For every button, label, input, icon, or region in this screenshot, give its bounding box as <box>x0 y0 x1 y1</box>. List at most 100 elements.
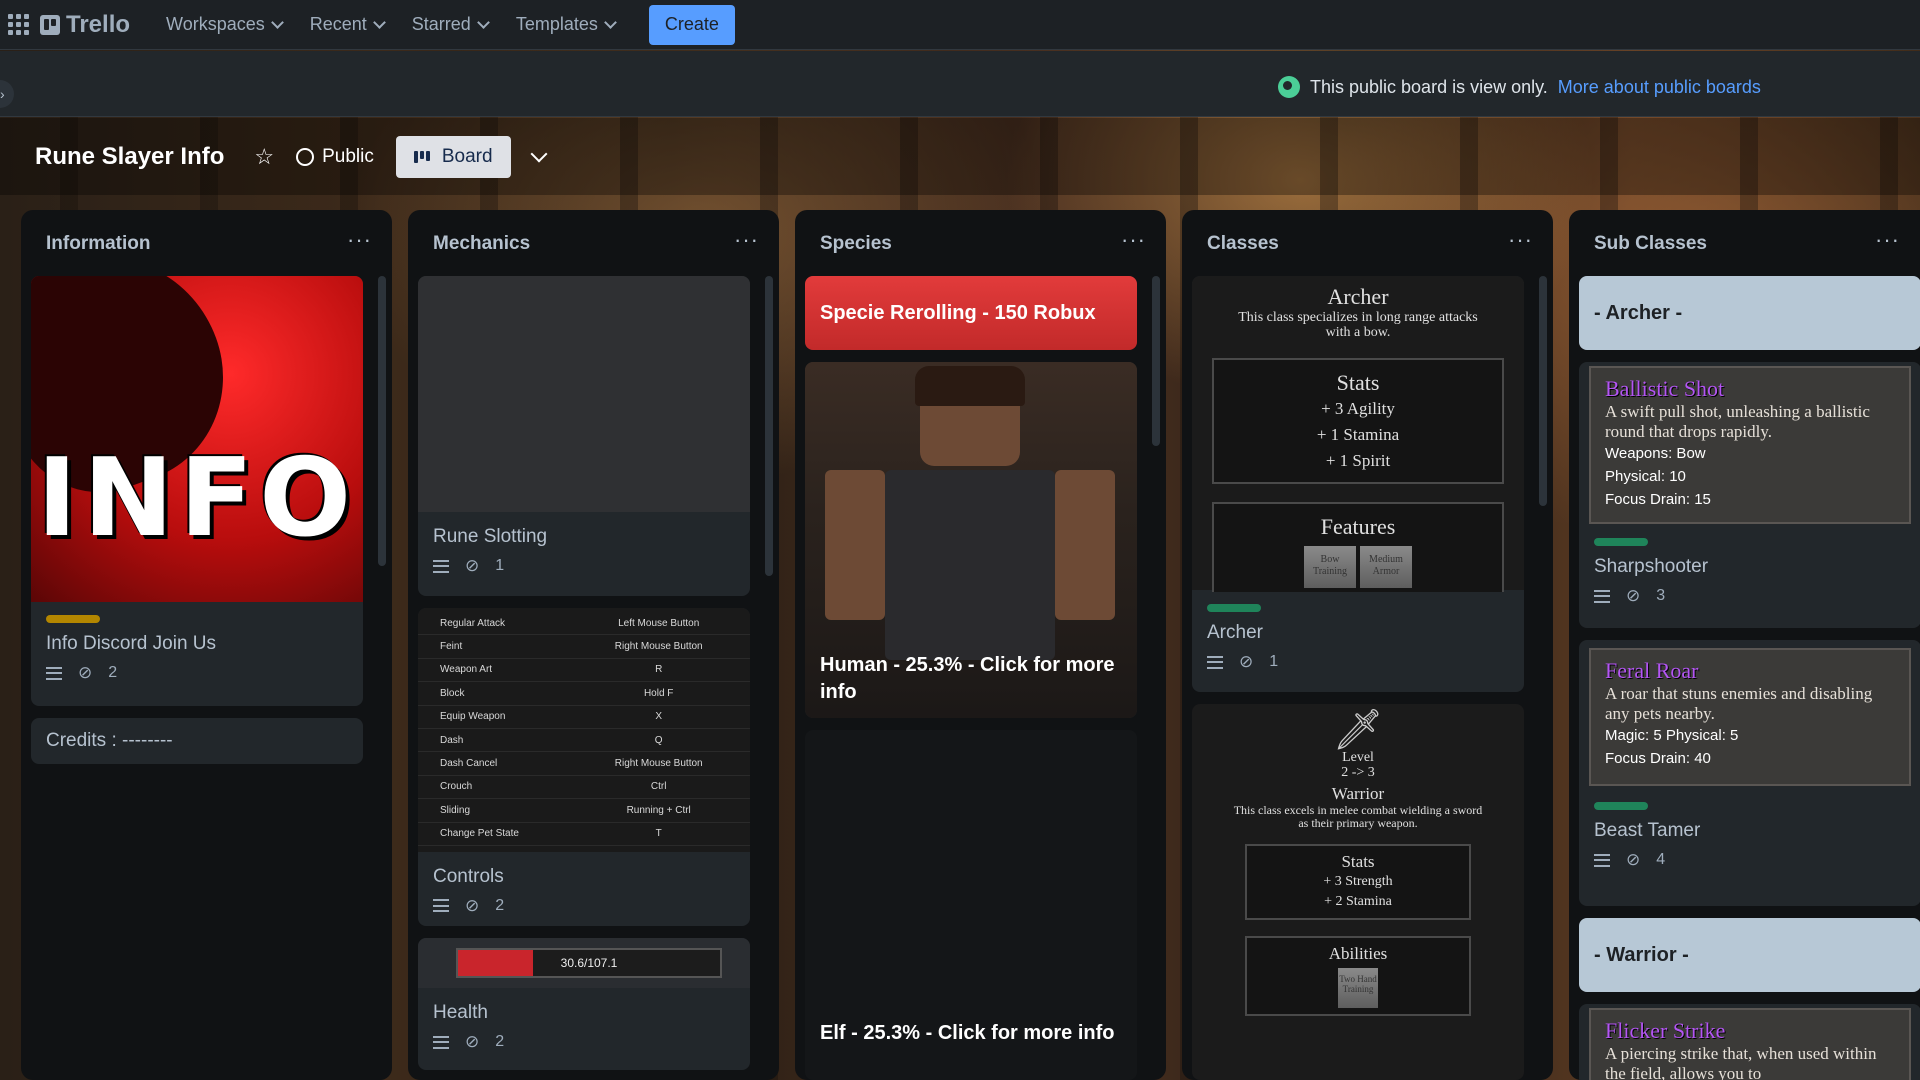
list-title[interactable]: Sub Classes <box>1594 233 1707 255</box>
stats-box: Stats + 3 Agility + 1 Stamina + 1 Spirit <box>1212 358 1504 484</box>
stats-box: Stats + 3 Strength + 2 Stamina <box>1245 844 1471 920</box>
control-action: Change Pet State <box>440 828 519 840</box>
ability-icon: Two Hand Training <box>1338 968 1378 1008</box>
card-cover-image: 🗡 Level 2 -> 3 Warrior This class excels… <box>1192 704 1524 1080</box>
list-title[interactable]: Information <box>46 233 151 255</box>
card-controls[interactable]: Regular Attack Left Mouse Button Feint Righ… <box>418 608 750 926</box>
control-key: Left Mouse Button <box>618 617 700 629</box>
board-title[interactable]: Rune Slayer Info <box>35 143 224 171</box>
list-menu-icon[interactable]: ··· <box>1121 227 1146 253</box>
sword-icon: 🗡 <box>1332 707 1384 752</box>
list-menu-icon[interactable]: ··· <box>1508 227 1533 253</box>
public-boards-link[interactable]: More about public boards <box>1558 77 1761 98</box>
control-key: X <box>655 711 663 723</box>
list-mechanics: Mechanics ··· Rune Slotting ⊘ 1 Regular At… <box>408 210 779 1080</box>
nav-workspaces[interactable]: Workspaces <box>152 5 296 45</box>
health-text: 30.6/107.1 <box>560 956 618 970</box>
list-title[interactable]: Mechanics <box>433 233 530 255</box>
create-button[interactable]: Create <box>648 4 735 45</box>
controls-row: Equip Weapon X <box>418 706 750 729</box>
abilities-box: Abilities Two Hand Training <box>1245 936 1471 1016</box>
banner-text: This public board is view only. <box>1310 76 1548 97</box>
card-title: Human - 25.3% - Click for more info <box>820 654 1115 703</box>
list-menu-icon[interactable]: ··· <box>1875 227 1900 253</box>
control-action: Block <box>440 687 465 699</box>
card-rune-slotting[interactable]: Rune Slotting ⊘ 1 <box>418 276 750 596</box>
card-health[interactable]: 30.6/107.1 Health ⊘ 2 <box>418 938 750 1070</box>
list-title[interactable]: Classes <box>1207 233 1279 255</box>
card-archer-section[interactable]: - Archer - <box>1579 276 1920 350</box>
class-heading: Warrior <box>1331 784 1385 803</box>
chevron-down-icon[interactable] <box>530 145 548 162</box>
card-info-discord[interactable]: INFO Info Discord Join Us ⊘ 2 <box>31 276 363 706</box>
list-title[interactable]: Species <box>820 233 892 255</box>
ability-stat: Weapons: Bow <box>1605 445 1706 462</box>
trello-logo-icon <box>40 14 60 35</box>
card-label <box>1594 538 1648 546</box>
card-cover-image: 30.6/107.1 <box>418 938 750 988</box>
card-cover-image: Archer This class specializes in long ra… <box>1192 276 1524 592</box>
card-cover-image <box>418 276 750 512</box>
stat-line: + 1 Spirit <box>1325 451 1391 470</box>
ability-image: Feral Roar A roar that stuns enemies and… <box>1589 648 1911 786</box>
nav-recent[interactable]: Recent <box>296 5 398 45</box>
attachment-count: 2 <box>495 896 505 914</box>
trello-logo[interactable]: Trello <box>40 11 130 39</box>
stat-line: + 2 Stamina <box>1324 894 1392 909</box>
globe-icon <box>296 147 315 166</box>
attachment-icon: ⊘ <box>465 1032 480 1051</box>
card-specie-rerolling[interactable]: Specie Rerolling - 150 Robux <box>805 276 1137 350</box>
nav-starred[interactable]: Starred <box>398 5 502 45</box>
control-key: Q <box>654 734 663 746</box>
features-box: Features Bow TrainingMedium Armor <box>1212 502 1504 592</box>
list-scrollbar[interactable] <box>1152 276 1160 446</box>
card-title: Elf - 25.3% - Click for more info <box>820 1022 1115 1044</box>
control-action: Weapon Art <box>440 664 493 676</box>
list-menu-icon[interactable]: ··· <box>347 227 372 253</box>
card-credits[interactable]: Credits : -------- <box>31 718 363 764</box>
card-warrior-section[interactable]: - Warrior - <box>1579 918 1920 992</box>
app-name: Trello <box>66 10 131 38</box>
card-elf[interactable]: Elf - 25.3% - Click for more info <box>805 730 1137 1080</box>
attachment-icon: ⊘ <box>1626 850 1641 869</box>
visibility-button[interactable]: Public <box>296 146 374 168</box>
cover-text: INFO <box>36 436 358 561</box>
card-title: Info Discord Join Us <box>46 633 217 654</box>
control-key: Running + Ctrl <box>626 804 691 816</box>
card-title: Rune Slotting <box>433 526 548 547</box>
control-action: Dash <box>440 734 464 746</box>
board-view-button[interactable]: Board <box>395 135 511 178</box>
card-archer[interactable]: Archer This class specializes in long ra… <box>1192 276 1524 692</box>
card-beast-tamer[interactable]: Feral Roar A roar that stuns enemies and… <box>1579 640 1920 906</box>
health-bar: 30.6/107.1 <box>456 948 722 978</box>
list-menu-icon[interactable]: ··· <box>734 227 759 253</box>
nav-templates[interactable]: Templates <box>502 5 629 45</box>
app-switcher-icon[interactable] <box>6 13 30 37</box>
control-action: Feint <box>440 641 463 653</box>
card-human[interactable]: Human - 25.3% - Click for more info <box>805 362 1137 718</box>
description-icon <box>46 666 62 680</box>
card-flicker-strike[interactable]: Flicker Strike A piercing strike that, w… <box>1579 1004 1920 1080</box>
card-warrior[interactable]: 🗡 Level 2 -> 3 Warrior This class excels… <box>1192 704 1524 1080</box>
visibility-label: Public <box>322 145 374 167</box>
card-title: Sharpshooter <box>1594 556 1709 577</box>
list-scrollbar[interactable] <box>378 276 386 566</box>
attachment-count: 1 <box>495 557 505 574</box>
board-view-label: Board <box>441 145 493 167</box>
card-sharpshooter[interactable]: Ballistic Shot A swift pull shot, unleas… <box>1579 362 1920 628</box>
ability-name: Ballistic Shot <box>1605 376 1725 401</box>
star-icon[interactable]: ☆ <box>254 144 274 170</box>
control-key: T <box>655 828 662 840</box>
controls-row: Change Pet State T <box>418 823 750 846</box>
list-scrollbar[interactable] <box>1539 276 1547 506</box>
list-scrollbar[interactable] <box>765 276 773 576</box>
description-icon <box>433 1035 449 1049</box>
card-badges: ⊘ 1 <box>1192 652 1524 672</box>
stat-line: + 3 Strength <box>1323 874 1393 889</box>
controls-row: Weapon Art R <box>418 659 750 683</box>
control-action: Regular Attack <box>440 617 506 629</box>
attachment-icon: ⊘ <box>1239 652 1254 671</box>
chevron-down-icon <box>603 15 617 29</box>
ability-image: Flicker Strike A piercing strike that, w… <box>1589 1008 1911 1080</box>
board-icon <box>413 150 432 163</box>
